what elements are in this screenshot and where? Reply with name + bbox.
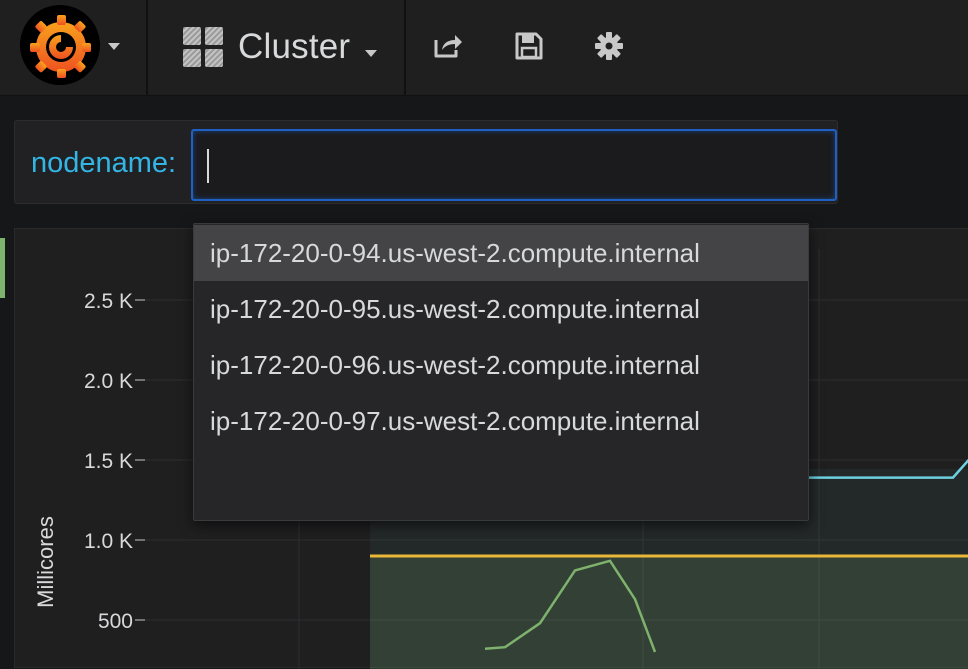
y-axis-label: Millicores	[33, 516, 58, 608]
grafana-logo-icon[interactable]	[20, 5, 100, 85]
y-tick-label: 1.0 K	[84, 530, 133, 553]
y-tick-label: 1.5 K	[84, 450, 133, 473]
nodename-dropdown-menu: ip-172-20-0-94.us-west-2.compute.interna…	[193, 223, 809, 521]
share-icon	[434, 35, 462, 58]
share-button[interactable]	[430, 28, 466, 64]
settings-button[interactable]	[591, 28, 627, 64]
dashboard-title[interactable]: Cluster	[238, 27, 350, 67]
text-cursor	[207, 149, 209, 183]
gear-icon	[595, 32, 623, 60]
logo-menu[interactable]	[0, 0, 148, 96]
row-collapse-marker[interactable]	[0, 238, 5, 298]
y-tick-label: 2.5 K	[84, 290, 133, 313]
dropdown-option[interactable]: ip-172-20-0-95.us-west-2.compute.interna…	[194, 281, 808, 337]
save-icon	[515, 32, 543, 60]
dropdown-option[interactable]: ip-172-20-0-96.us-west-2.compute.interna…	[194, 337, 808, 393]
top-navbar: Cluster	[0, 0, 968, 96]
dashboard-grid-icon	[182, 26, 224, 68]
template-variables-row: nodename:	[14, 120, 838, 204]
nodename-input[interactable]	[191, 129, 837, 201]
dropdown-option[interactable]: ip-172-20-0-94.us-west-2.compute.interna…	[194, 225, 808, 281]
chevron-down-icon[interactable]	[108, 43, 120, 50]
save-button[interactable]	[511, 28, 547, 64]
y-tick-label: 500	[98, 610, 133, 633]
series-area	[370, 556, 968, 669]
chevron-down-icon[interactable]	[365, 50, 377, 57]
dropdown-option[interactable]: ip-172-20-0-97.us-west-2.compute.interna…	[194, 393, 808, 449]
dashboard-picker[interactable]: Cluster	[150, 0, 406, 96]
y-tick-label: 2.0 K	[84, 370, 133, 393]
variable-label: nodename:	[31, 147, 177, 179]
